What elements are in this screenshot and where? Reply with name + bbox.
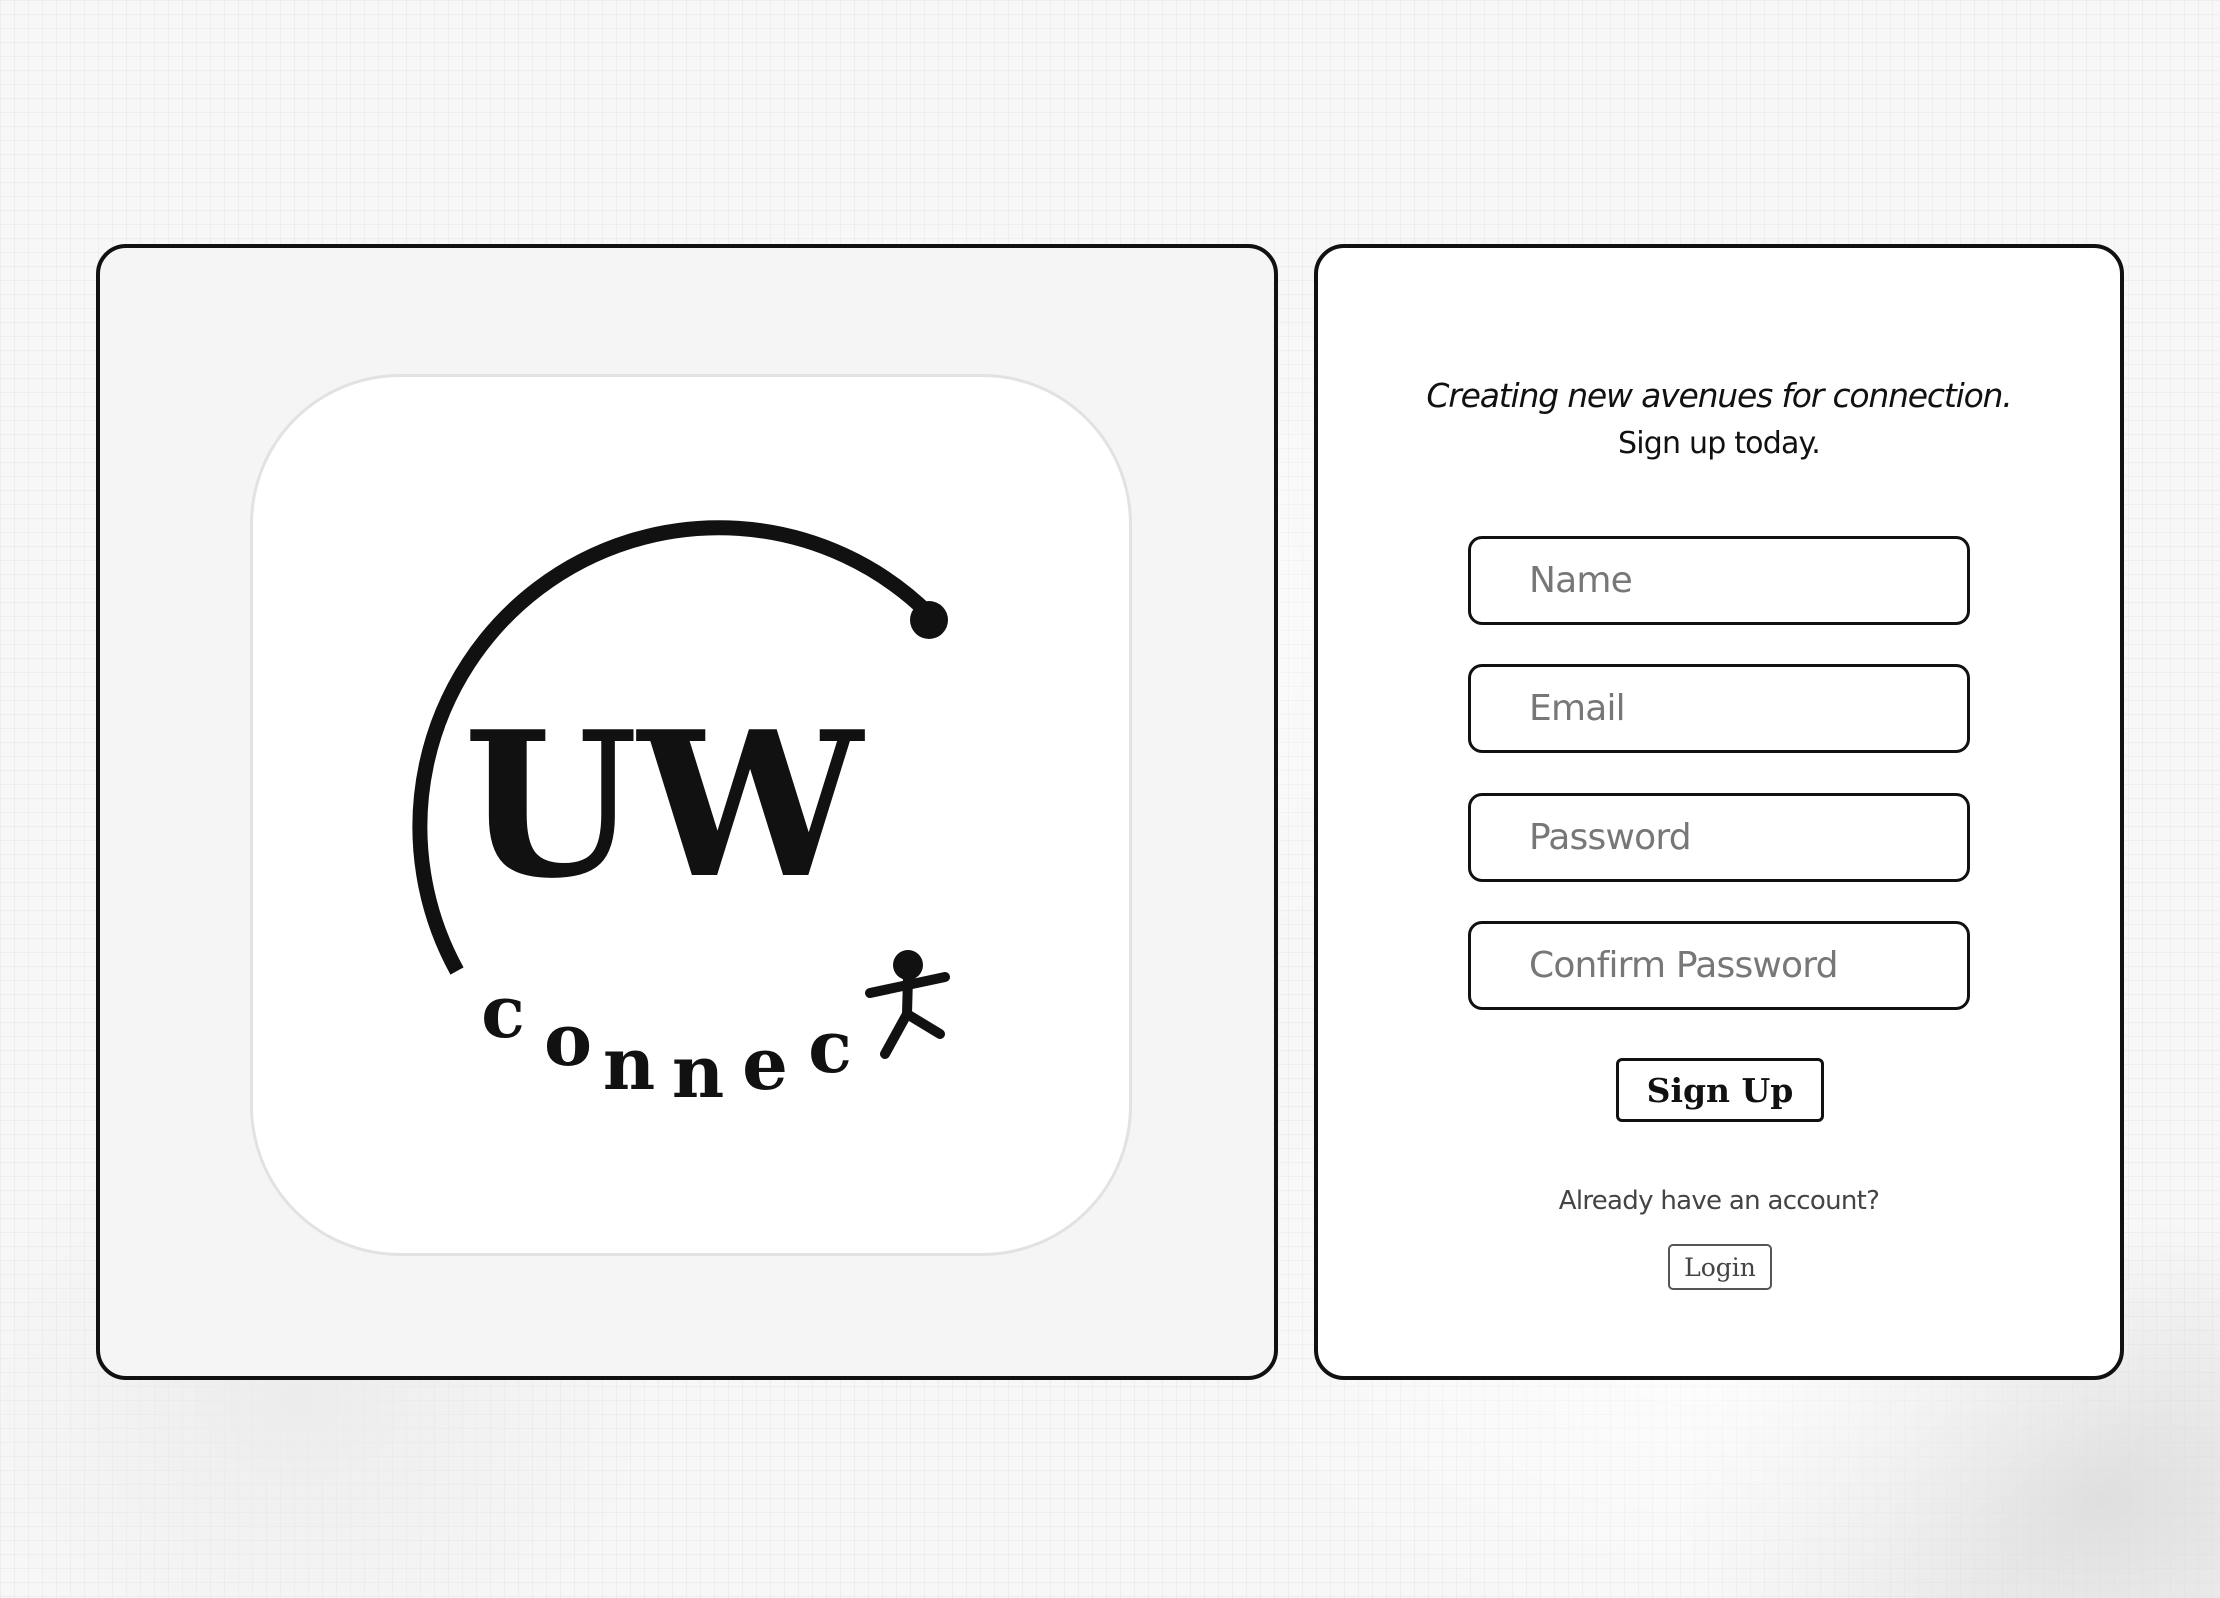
logo-letter: c [481,969,525,1054]
logo-letter: n [672,1029,724,1114]
login-button[interactable]: Login [1668,1244,1772,1290]
password-input[interactable] [1468,793,1970,882]
logo-card: UW c o n n e c [250,374,1132,1256]
name-input[interactable] [1468,536,1970,625]
signup-panel: Creating new avenues for connection. Sig… [1314,244,2124,1380]
logo-title: UW [463,688,864,923]
tagline: Creating new avenues for connection. [1426,376,2012,415]
logo-letter: c [808,1004,852,1089]
confirm-password-input[interactable] [1468,921,1970,1010]
logo-letter: o [544,997,592,1082]
uw-connect-logo: UW c o n n e c [412,520,950,1114]
logo-panel: UW c o n n e c [96,244,1278,1380]
signup-prompt: Sign up today. [1618,426,1821,461]
logo-arc-dot [910,601,948,639]
sign-up-button[interactable]: Sign Up [1616,1058,1824,1122]
stick-figure-icon [865,950,950,1059]
email-input[interactable] [1468,664,1970,753]
logo-letter: e [742,1021,788,1106]
logo-letter: n [603,1021,655,1106]
account-prompt: Already have an account? [1558,1186,1880,1216]
